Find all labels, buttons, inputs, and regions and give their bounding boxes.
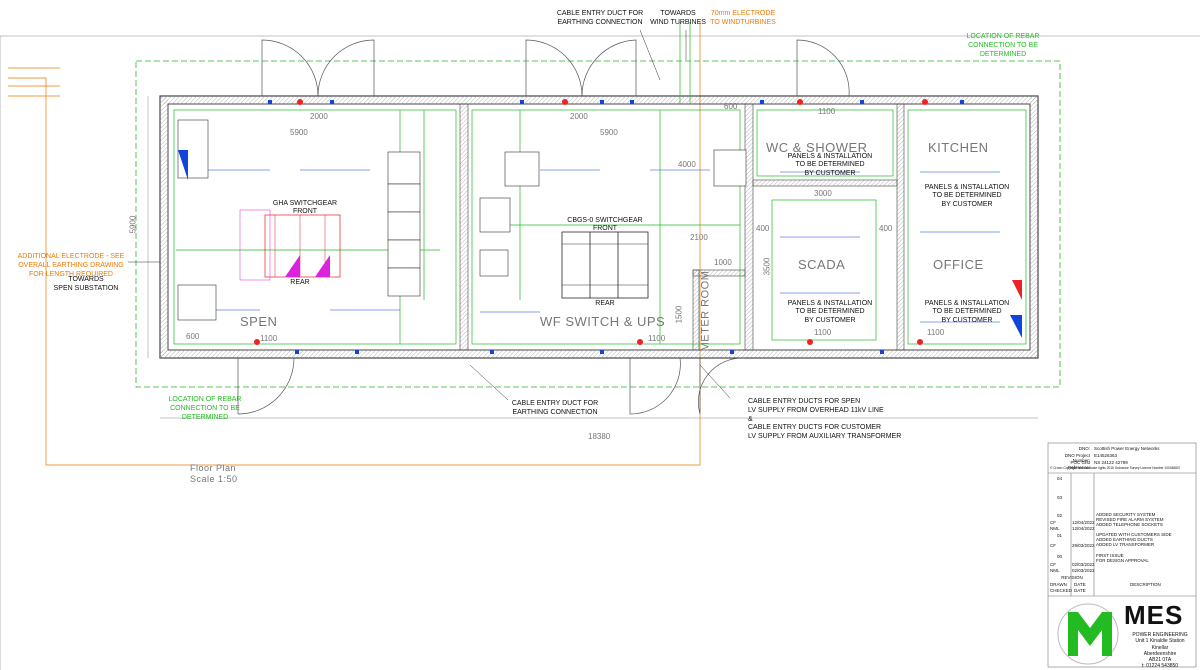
room-spen: SPEN — [240, 314, 278, 329]
dim-400-a: 400 — [756, 224, 770, 233]
tb-drawn: DRAWN — [1050, 582, 1067, 587]
dim-3500-scada: 3500 — [762, 257, 772, 276]
tb-rev-02-date1: 12/04/2022 — [1072, 520, 1095, 525]
tb-rev-02-desc: ADDED SECURITY SYSTEM REVISED FIRE ALARM… — [1096, 512, 1164, 527]
dim-600-b: 600 — [186, 332, 200, 341]
tb-rev-00: 00 — [1056, 554, 1062, 559]
room-office: OFFICE — [933, 257, 984, 272]
tb-grid-value: NS 24122 42799 — [1094, 460, 1128, 465]
tb-rev-00-desc: FIRST ISSUE FOR DESIGN APPROVAL — [1096, 553, 1149, 563]
tb-rev-01: 01 — [1056, 533, 1062, 538]
rebar-bottom-note: LOCATION OF REBAR CONNECTION TO BE DETER… — [168, 396, 242, 421]
dim-1500-meter: 1500 — [674, 305, 684, 324]
tb-rev-02-cf: CF — [1050, 520, 1056, 525]
tb-rev-00-cf: CF — [1050, 562, 1056, 567]
room-wf-switch: WF SWITCH & UPS — [540, 314, 666, 329]
dim-1100-office: 1100 — [927, 328, 945, 337]
earthing-electrode-lines — [8, 22, 701, 466]
cbgs-rear-label: REAR — [595, 300, 615, 307]
dim-1100-wf: 1100 — [648, 334, 666, 343]
company-logo-text: MES — [1124, 600, 1184, 630]
tb-rev-02: 02 — [1056, 513, 1062, 518]
cable-duct-top-note: CABLE ENTRY DUCT FOR EARTHING CONNECTION — [556, 10, 644, 26]
cbgs-switchgear-label: CBGS-0 SWITCHGEAR FRONT — [567, 217, 643, 233]
gha-switchgear-label: GHA SWITCHGEAR FRONT — [272, 200, 338, 216]
tb-copyright: © Crown Copyright and database rights 20… — [1050, 466, 1181, 470]
tb-checked: CHECKED — [1050, 588, 1073, 593]
tb-rev-00-date2: 02/03/2022 — [1072, 568, 1095, 573]
tb-rev-04: 04 — [1056, 476, 1062, 481]
dim-5900-wf: 5900 — [600, 128, 618, 137]
wc-panels-note: PANELS & INSTALLATION TO BE DETERMINED B… — [787, 153, 873, 177]
office-panels-note: PANELS & INSTALLATION TO BE DETERMINED B… — [924, 300, 1010, 324]
tb-rev-00-nml: NML — [1050, 568, 1060, 573]
dim-5900-spen: 5900 — [290, 128, 308, 137]
dim-1000: 1000 — [714, 258, 732, 267]
scada-panels-note: PANELS & INSTALLATION TO BE DETERMINED B… — [787, 300, 873, 324]
dim-1100-wc: 1100 — [818, 107, 836, 116]
gha-switchgear — [239, 209, 341, 281]
rebar-top-note: LOCATION OF REBAR CONNECTION TO BE DETER… — [966, 33, 1040, 58]
tb-rev-03: 03 — [1056, 495, 1062, 500]
tb-rev-01-cf: CF — [1050, 543, 1056, 548]
cable-ducts-spen-note: CABLE ENTRY DUCTS FOR SPEN LV SUPPLY FRO… — [748, 398, 902, 440]
tb-rev-00-date1: 02/03/2022 — [1072, 562, 1095, 567]
tb-rev-02-nml: NML — [1050, 526, 1060, 531]
dim-left-width: 5900 — [128, 215, 138, 234]
dim-3000-scada: 3000 — [814, 189, 832, 198]
tb-rev-01-desc: UPDATED WITH CUSTOMERS SIDE ADDED EARTHI… — [1096, 532, 1172, 547]
tb-date-b: DATE — [1074, 588, 1086, 593]
company-address: POWER ENGINEERING Unit 1 Kinaldie Statio… — [1132, 632, 1188, 670]
tb-project-value: E14526363 — [1094, 453, 1118, 458]
tb-date-a: DATE — [1074, 582, 1086, 587]
tb-revision: REVISION — [1061, 575, 1083, 580]
kitchen-panels-note: PANELS & INSTALLATION TO BE DETERMINED B… — [924, 184, 1010, 208]
tb-description: DESCRIPTION — [1130, 582, 1161, 587]
dim-4000: 4000 — [678, 160, 696, 169]
dim-2000-mid: 2000 — [570, 112, 588, 121]
towards-wind-note: TOWARDS WIND TURBINES — [650, 10, 706, 26]
room-kitchen: KITCHEN — [928, 140, 989, 155]
floor-plan-drawing — [0, 22, 1200, 670]
dim-2000-left: 2000 — [310, 112, 328, 121]
dim-1100-spen: 1100 — [260, 334, 278, 343]
tb-rev-02-date2: 12/04/2022 — [1072, 526, 1095, 531]
floor-plan-scale: Scale 1:50 — [190, 474, 238, 484]
floor-plan-title: Floor Plan — [190, 463, 237, 473]
room-scada: SCADA — [798, 257, 846, 272]
cable-duct-bottom-note: CABLE ENTRY DUCT FOR EARTHING CONNECTION — [511, 400, 599, 416]
dim-1100-scada: 1100 — [814, 328, 832, 337]
tb-dno-value: Scottish Power Energy Networks — [1094, 446, 1160, 451]
gha-rear-label: REAR — [290, 279, 310, 286]
tb-rev-01-date1: 29/03/2022 — [1072, 543, 1095, 548]
dimension-lines — [147, 96, 1038, 419]
dim-overall-length: 18380 — [588, 432, 611, 441]
dim-2100: 2100 — [690, 233, 708, 242]
room-meter: METER ROOM — [699, 270, 712, 352]
electrode-70mm-note: 70mm ELECTRODE TO WINDTURBINES — [710, 10, 776, 26]
tb-dno-label: DNO: — [1078, 446, 1090, 451]
dim-400-b: 400 — [879, 224, 893, 233]
dim-600-a: 600 — [724, 102, 738, 111]
cbgs-switchgear — [561, 231, 649, 299]
towards-spen-note: TOWARDS SPEN SUBSTATION — [53, 276, 119, 292]
